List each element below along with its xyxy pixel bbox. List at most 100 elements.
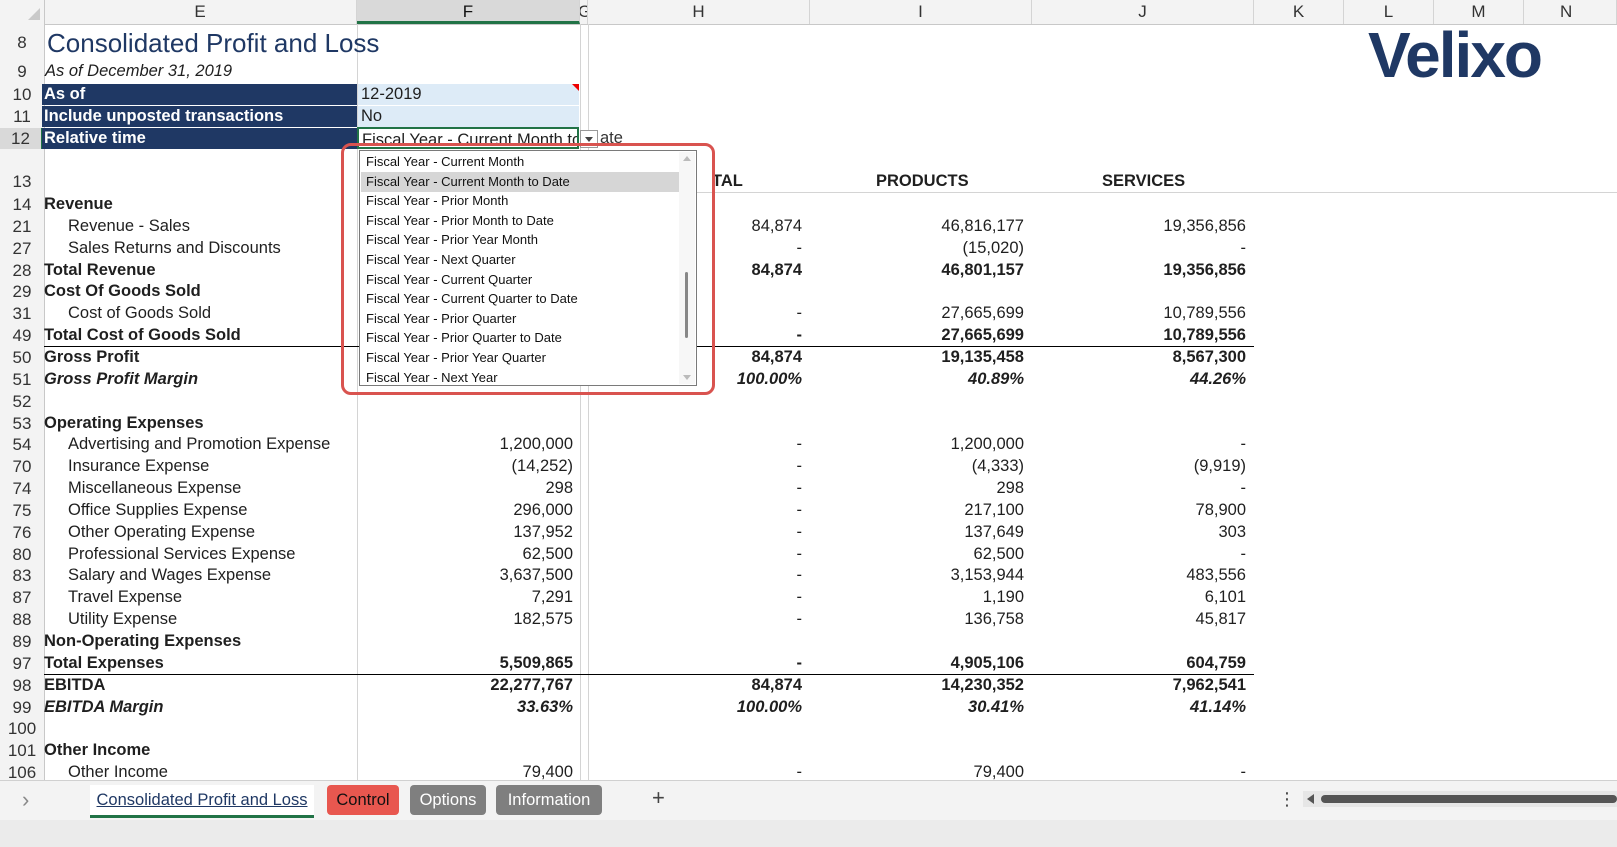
column-header-k[interactable]: K [1254, 0, 1344, 24]
row-number[interactable]: 9 [0, 61, 44, 83]
row-number[interactable]: 89 [0, 631, 44, 652]
add-sheet-icon[interactable]: + [652, 785, 665, 811]
dropdown-scroll-thumb[interactable] [685, 272, 688, 338]
cell-total-f: 33.63% [517, 698, 573, 716]
cell-services [1034, 413, 1246, 434]
row-number[interactable]: 14 [0, 194, 44, 215]
cell-services: 303 [1218, 523, 1246, 541]
row-number[interactable]: 97 [0, 653, 44, 674]
cell-services: 8,567,300 [1172, 348, 1246, 366]
row-number[interactable]: 51 [0, 369, 44, 390]
row-number[interactable]: 100 [0, 718, 44, 739]
as-of-input[interactable]: 12-2019 [358, 84, 579, 105]
cell-total-h: 100.00% [736, 698, 802, 716]
cell-total-f: 182,575 [513, 610, 573, 628]
row-number[interactable]: 31 [0, 303, 44, 324]
chevron-down-icon [585, 137, 593, 142]
row-number[interactable]: 21 [0, 216, 44, 237]
dropdown-option[interactable]: Fiscal Year - Prior Quarter to Date [361, 328, 679, 348]
row-number[interactable]: 49 [0, 325, 44, 346]
dropdown-option[interactable]: Fiscal Year - Next Quarter [361, 250, 679, 270]
cell-total-f: 22,277,767 [490, 676, 573, 694]
row-number[interactable]: 74 [0, 478, 44, 499]
cell-total-h: - [796, 654, 803, 672]
row-number[interactable]: 83 [0, 565, 44, 586]
cell-products [812, 413, 1024, 434]
tab-scroll-icon[interactable]: › [22, 787, 29, 813]
param-label: As of [42, 84, 357, 105]
row-number[interactable]: 10 [0, 84, 44, 105]
dropdown-option[interactable]: Fiscal Year - Prior Month to Date [361, 211, 679, 231]
tab-consolidated-profit-and-loss[interactable]: Consolidated Profit and Loss [90, 785, 314, 818]
dropdown-scrollbar[interactable] [679, 152, 695, 384]
row-label: Sales Returns and Discounts [68, 239, 281, 257]
dropdown-option[interactable]: Fiscal Year - Current Month to Date [361, 171, 679, 192]
tab-control[interactable]: Control [327, 785, 399, 815]
row-number[interactable]: 87 [0, 587, 44, 608]
column-header-j[interactable]: J [1032, 0, 1254, 24]
dropdown-option[interactable]: Fiscal Year - Prior Year Quarter [361, 348, 679, 368]
cell-services: 604,759 [1186, 654, 1246, 672]
column-header-i[interactable]: I [810, 0, 1032, 24]
row-number[interactable]: 28 [0, 260, 44, 281]
row-number[interactable]: 12 [0, 128, 44, 149]
col-heading-products: PRODUCTS [876, 172, 969, 190]
row-label: Salary and Wages Expense [68, 566, 272, 584]
cell-products: 27,665,699 [941, 304, 1024, 322]
cell-services [1034, 740, 1246, 761]
cell-products [812, 391, 1024, 412]
dropdown-option[interactable]: Fiscal Year - Current Month [361, 152, 679, 172]
cell-products: 19,135,458 [941, 348, 1024, 366]
row-number[interactable]: 50 [0, 347, 44, 368]
row-number[interactable]: 99 [0, 697, 44, 718]
cell-services: 44.26% [1190, 370, 1246, 388]
column-header-g[interactable]: G [580, 0, 588, 24]
cell-total-h: - [796, 610, 803, 628]
horizontal-scroll-thumb[interactable] [1321, 795, 1617, 803]
scroll-up-icon[interactable] [683, 156, 691, 161]
cell-total-h: - [796, 566, 803, 584]
cell-total-h [590, 631, 802, 652]
comment-indicator-icon [572, 84, 579, 91]
more-options-icon[interactable]: ⋮ [1278, 789, 1296, 810]
dropdown-option[interactable]: Fiscal Year - Prior Month [361, 191, 679, 211]
row-number[interactable]: 54 [0, 434, 44, 455]
scroll-left-icon[interactable] [1307, 794, 1314, 804]
cell-total-f: (14,252) [511, 457, 573, 475]
row-number[interactable]: 70 [0, 456, 44, 477]
column-header-f[interactable]: F [357, 0, 580, 24]
tab-information[interactable]: Information [496, 785, 602, 815]
unposted-input[interactable]: No [358, 106, 579, 127]
row-number[interactable]: 75 [0, 500, 44, 521]
cell-products: (4,333) [971, 457, 1024, 475]
row-number[interactable]: 88 [0, 609, 44, 630]
tab-options[interactable]: Options [410, 785, 486, 815]
param-label: Include unposted transactions [42, 106, 357, 127]
row-number[interactable]: 76 [0, 522, 44, 543]
column-header-e[interactable]: E [44, 0, 357, 24]
row-number[interactable]: 80 [0, 544, 44, 565]
horizontal-scrollbar[interactable] [1303, 791, 1617, 807]
column-header-h[interactable]: H [588, 0, 810, 24]
row-number[interactable]: 53 [0, 413, 44, 434]
row-number[interactable]: 11 [0, 106, 44, 127]
row-number[interactable]: 13 [0, 171, 44, 192]
row-label: Cost Of Goods Sold [44, 282, 201, 300]
row-number[interactable]: 101 [0, 740, 44, 761]
row-number[interactable]: 8 [0, 32, 44, 54]
row-label: Miscellaneous Expense [68, 479, 242, 497]
dropdown-option[interactable]: Fiscal Year - Current Quarter [361, 270, 679, 290]
row-number[interactable]: 52 [0, 391, 44, 412]
select-all-corner[interactable] [0, 0, 45, 24]
dropdown-option[interactable]: Fiscal Year - Current Quarter to Date [361, 289, 679, 309]
dropdown-option[interactable]: Fiscal Year - Prior Year Month [361, 230, 679, 250]
cell-total-h: - [796, 501, 803, 519]
relative-time-dropdown[interactable]: Fiscal Year - Current Month Fiscal Year -… [359, 150, 697, 386]
row-number[interactable]: 29 [0, 281, 44, 302]
row-number[interactable]: 98 [0, 675, 44, 696]
scroll-down-icon[interactable] [683, 375, 691, 380]
row-number[interactable]: 27 [0, 238, 44, 259]
cell-services [1034, 281, 1246, 302]
dropdown-option[interactable]: Fiscal Year - Prior Quarter [361, 309, 679, 329]
dropdown-option[interactable]: Fiscal Year - Next Year [361, 368, 679, 388]
